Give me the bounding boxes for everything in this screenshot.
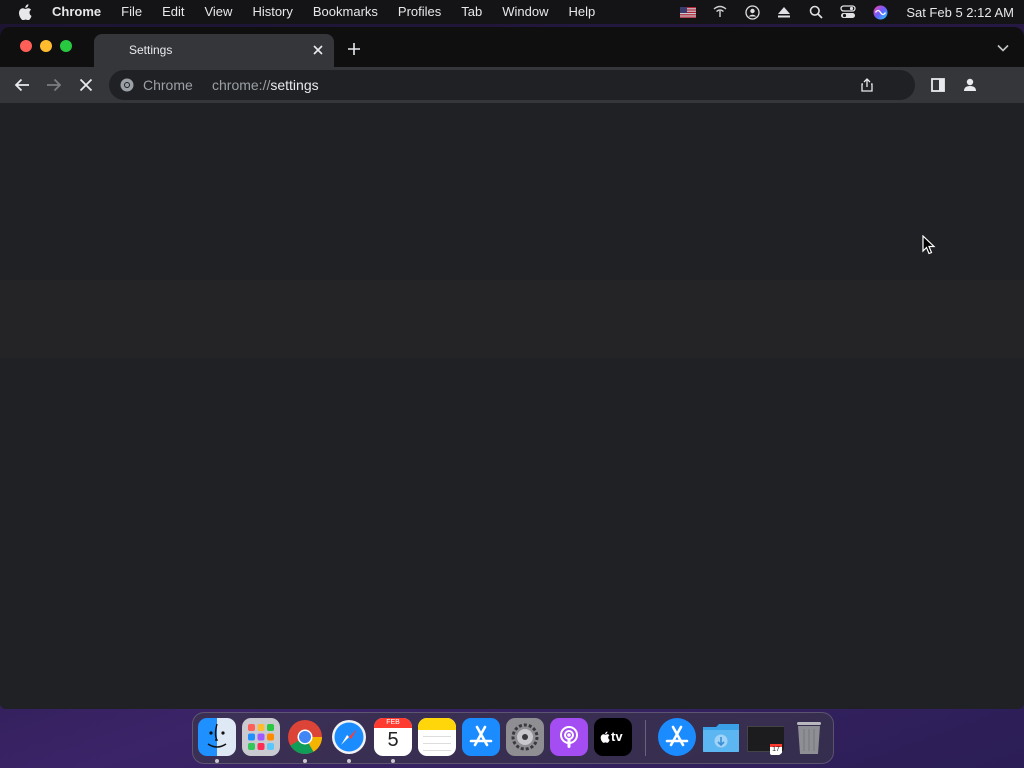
menu-app-name[interactable]: Chrome (52, 0, 111, 24)
dock-running-indicator-chrome (303, 759, 307, 763)
close-icon[interactable] (310, 42, 326, 58)
omnibox-url[interactable]: chrome://settings (212, 77, 319, 93)
loading-placeholder-band (0, 280, 1024, 358)
calendar-month: FEB (386, 719, 400, 726)
menu-bookmarks[interactable]: Bookmarks (303, 0, 388, 24)
chrome-window: Settings Chrome chrome://settings (0, 27, 1024, 709)
browser-toolbar: Chrome chrome://settings (0, 67, 1024, 103)
side-panel-icon[interactable] (926, 73, 950, 97)
tv-label: tv (611, 729, 623, 744)
siri-icon[interactable] (872, 4, 888, 20)
menu-history[interactable]: History (242, 0, 302, 24)
dock-finder[interactable] (198, 718, 236, 756)
dock-running-indicator-finder (215, 759, 219, 763)
dock-running-indicator-calendar (391, 759, 395, 763)
dock-trash[interactable] (790, 718, 828, 756)
dock-safari[interactable] (330, 718, 368, 756)
menu-bar: Chrome File Edit View History Bookmarks … (0, 0, 1024, 24)
forward-arrow-icon[interactable] (42, 73, 66, 97)
apple-menu-icon[interactable] (18, 4, 34, 20)
tab-strip: Settings (0, 27, 1024, 67)
chrome-site-icon (120, 78, 134, 92)
mini-calendar-day: 17 (772, 746, 780, 753)
mouse-pointer-icon (922, 235, 936, 255)
omnibox[interactable]: Chrome chrome://settings (109, 70, 915, 100)
eject-icon[interactable] (776, 4, 792, 20)
dock-downloads-folder[interactable] (702, 718, 740, 756)
omnibox-chip: Chrome (143, 77, 193, 93)
menu-help[interactable]: Help (559, 0, 606, 24)
spotlight-search-icon[interactable] (808, 4, 824, 20)
url-host: settings (270, 77, 319, 93)
window-minimize-button[interactable] (40, 40, 52, 52)
window-zoom-button[interactable] (60, 40, 72, 52)
dock-tv[interactable]: tv (594, 718, 632, 756)
page-content-loading (0, 103, 1024, 709)
menu-view[interactable]: View (194, 0, 242, 24)
menu-profiles[interactable]: Profiles (388, 0, 451, 24)
dock-system-preferences[interactable] (506, 718, 544, 756)
menu-window[interactable]: Window (492, 0, 558, 24)
menu-bar-clock[interactable]: Sat Feb 5 2:12 AM (906, 5, 1014, 20)
window-close-button[interactable] (20, 40, 32, 52)
url-scheme: chrome:// (212, 77, 271, 93)
profile-icon[interactable] (958, 73, 982, 97)
calendar-day: 5 (387, 729, 399, 751)
wifi-icon[interactable] (712, 4, 728, 20)
flag-us-icon[interactable] (680, 4, 697, 20)
user-account-icon[interactable] (744, 4, 760, 20)
back-arrow-icon[interactable] (10, 73, 34, 97)
dock-running-indicator-safari (347, 759, 351, 763)
dock-app-store-stack[interactable] (658, 718, 696, 756)
chevron-down-icon[interactable] (996, 42, 1010, 54)
stop-loading-icon[interactable] (74, 73, 98, 97)
menu-tab[interactable]: Tab (451, 0, 492, 24)
tab-settings[interactable]: Settings (94, 34, 334, 67)
dock-chrome[interactable] (286, 718, 324, 756)
dock: FEB 5 tv 17 (192, 712, 834, 764)
dock-screenshot-stack[interactable]: 17 (746, 718, 784, 756)
menu-edit[interactable]: Edit (152, 0, 194, 24)
dock-app-store[interactable] (462, 718, 500, 756)
tab-title: Settings (129, 43, 173, 57)
menu-file[interactable]: File (111, 0, 152, 24)
dock-launchpad[interactable] (242, 718, 280, 756)
control-center-icon[interactable] (840, 4, 856, 20)
new-tab-plus-icon[interactable] (345, 40, 363, 58)
dock-calendar[interactable]: FEB 5 (374, 718, 412, 756)
dock-separator (645, 720, 646, 756)
share-icon[interactable] (859, 77, 875, 93)
dock-notes[interactable] (418, 718, 456, 756)
dock-podcasts[interactable] (550, 718, 588, 756)
